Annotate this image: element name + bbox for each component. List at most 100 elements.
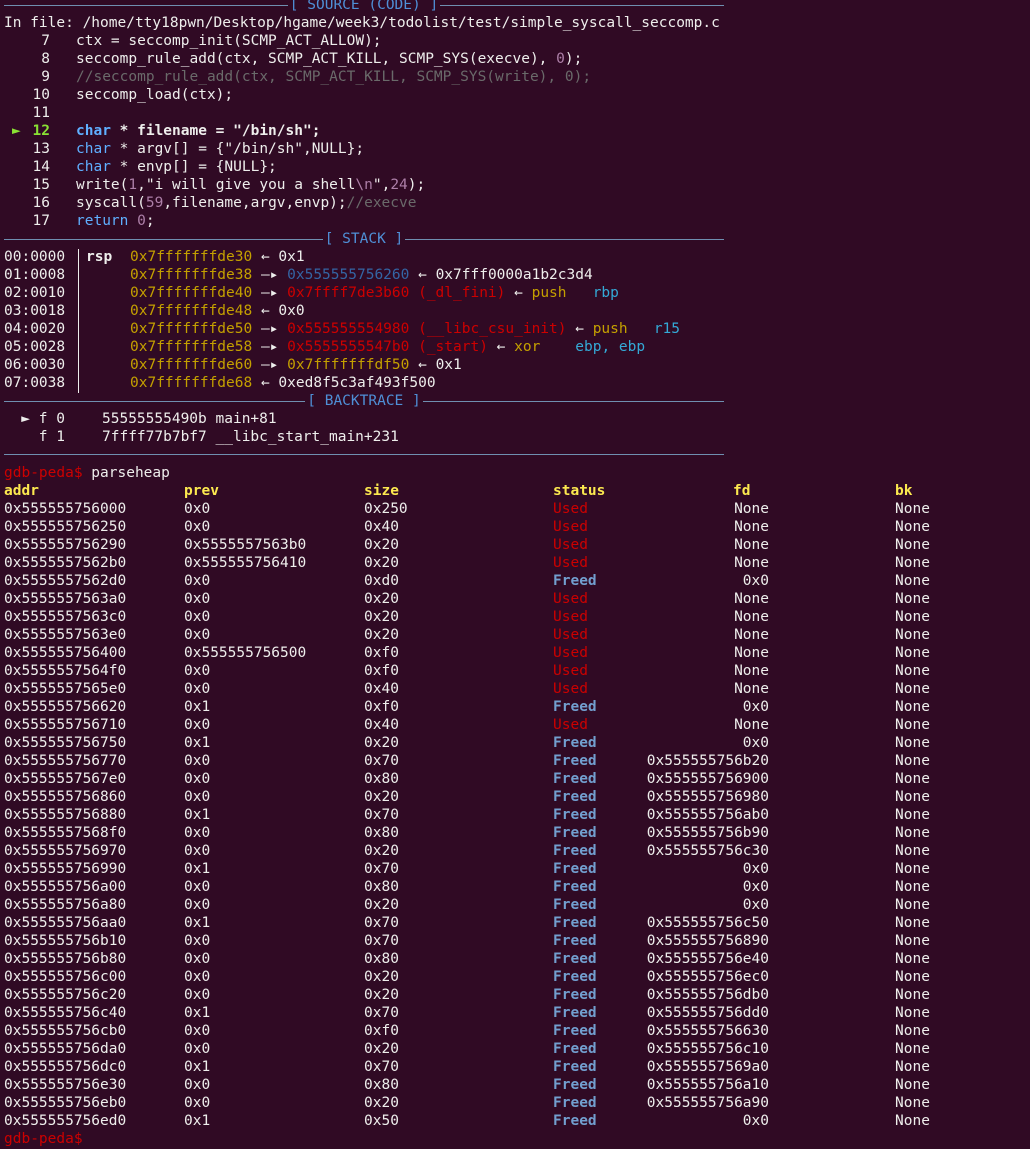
line-number: 14 [32,159,50,175]
heap-size: 0x20 [364,1041,399,1057]
heap-prev: 0x0 [184,843,211,859]
code-text: * filename = "/bin/sh"; [110,123,321,139]
stack-value: 0x1 [278,249,305,265]
heap-prev: 0x0 [184,771,211,787]
heap-row: 0x5555557563c0 0x0 0x20 Used None None [0,608,1030,626]
heap-fd: 0x555555756a10 [646,1077,769,1093]
heap-bk: None [895,699,930,715]
heap-addr: 0x555555756860 [4,789,127,805]
heap-size: 0x20 [364,537,399,553]
heap-prev: 0x1 [184,807,211,823]
heap-column-header: size [364,483,399,499]
heap-fd: 0x555555756ec0 [646,969,769,985]
heap-size: 0x70 [364,807,399,823]
heap-addr: 0x555555756400 [4,645,127,661]
heap-addr: 0x555555756990 [4,861,127,877]
heap-addr: 0x555555756c40 [4,1005,127,1021]
heap-addr: 0x555555756c00 [4,969,127,985]
heap-bk: None [895,537,930,553]
heap-addr: 0x555555756a80 [4,897,127,913]
heap-status: Used [553,609,588,625]
heap-addr: 0x555555756290 [4,537,127,553]
heap-bk: None [895,861,930,877]
line-number: 15 [32,177,50,193]
heap-prev: 0x0 [184,1077,211,1093]
line-number: 12 [32,123,50,139]
heap-status: Freed [553,933,597,949]
stack-arrow: ← [505,285,532,301]
stack-row: 01:0008 0x7fffffffde38 —▸ 0x555555756260 … [4,266,593,284]
stack-address: 0x7fffffffde48 [130,303,253,319]
stack-row: 06:0030 0x7fffffffde60 —▸ 0x7fffffffdf50 … [4,356,462,374]
heap-fd: None [734,537,769,553]
heap-prev: 0x0 [184,681,211,697]
heap-prev: 0x555555756500 [184,645,307,661]
heap-status: Freed [553,879,597,895]
code-keyword: char [76,141,111,157]
heap-bk: None [895,1005,930,1021]
source-section-header: [ SOURCE (CODE) ] [4,0,724,14]
heap-size: 0x250 [364,501,408,517]
stack-value: 0x7fff0000a1b2c3d4 [435,267,593,283]
heap-bk: None [895,807,930,823]
heap-bk: None [895,879,930,895]
heap-row: 0x555555756c40 0x1 0x70 Freed 0x555555756dd0… [0,1004,1030,1022]
command-prompt[interactable]: gdb-peda$ [4,1130,83,1148]
heap-status: Freed [553,843,597,859]
heap-bk: None [895,591,930,607]
heap-fd: None [734,591,769,607]
heap-addr: 0x555555756aa0 [4,915,127,931]
heap-size: 0x70 [364,1059,399,1075]
source-line-14: 14 char * envp[] = {NULL}; [4,158,277,176]
heap-row: 0x5555557562d0 0x0 0xd0 Freed 0x0 None [0,572,1030,590]
heap-fd: 0x555555756980 [646,789,769,805]
heap-size: 0x20 [364,627,399,643]
heap-prev: 0x0 [184,627,211,643]
heap-prev: 0x0 [184,789,211,805]
heap-fd: 0x555555756b90 [646,825,769,841]
heap-status: Freed [553,969,597,985]
heap-fd: 0x555555756900 [646,771,769,787]
heap-row: 0x555555756aa0 0x1 0x70 Freed 0x555555756c50… [0,914,1030,932]
heap-size: 0x20 [364,843,399,859]
heap-column-header: fd [733,483,751,499]
heap-bk: None [895,933,930,949]
heap-bk: None [895,519,930,535]
source-line-9: 9 //seccomp_rule_add(ctx, SCMP_ACT_KILL, … [4,68,591,86]
heap-size: 0x20 [364,555,399,571]
source-line-15: 15 write(1,"i will give you a shell\n",24… [4,176,426,194]
stack-section-header: [ STACK ] [4,230,724,248]
stack-arrow: —▸ [252,339,288,355]
line-number: 17 [32,213,50,229]
heap-fd: 0x0 [742,861,769,877]
heap-prev: 0x0 [184,987,211,1003]
section-bottom-rule [4,454,724,455]
heap-prev: 0x0 [184,501,211,517]
heap-row: 0x555555756710 0x0 0x40 Used None None [0,716,1030,734]
heap-size: 0x70 [364,861,399,877]
frame-address: 7ffff77b7bf7 [102,429,216,445]
heap-addr: 0x555555756250 [4,519,127,535]
heap-fd: None [734,645,769,661]
line-number: 11 [32,105,50,121]
heap-fd: None [734,717,769,733]
heap-row: 0x555555756c00 0x0 0x20 Freed 0x555555756ec0… [0,968,1030,986]
heap-fd: 0x0 [742,735,769,751]
heap-bk: None [895,789,930,805]
heap-size: 0x70 [364,915,399,931]
heap-prev: 0x0 [184,969,211,985]
stack-offset: 03:0018 [4,303,66,319]
heap-size: 0x80 [364,879,399,895]
heap-row: 0x5555557563a0 0x0 0x20 Used None None [0,590,1030,608]
heap-row: 0x555555756eb0 0x0 0x20 Freed 0x555555756a90… [0,1094,1030,1112]
source-file-path: In file: /home/tty18pwn/Desktop/hgame/we… [4,15,720,31]
heap-bk: None [895,1059,930,1075]
stack-offset: 04:0020 [4,321,66,337]
heap-bk: None [895,645,930,661]
line-number: 8 [41,51,50,67]
command-line[interactable]: gdb-peda$ parseheap [4,464,170,482]
heap-bk: None [895,735,930,751]
heap-status: Used [553,537,588,553]
heap-addr: 0x555555756a00 [4,879,127,895]
heap-addr: 0x555555756970 [4,843,127,859]
